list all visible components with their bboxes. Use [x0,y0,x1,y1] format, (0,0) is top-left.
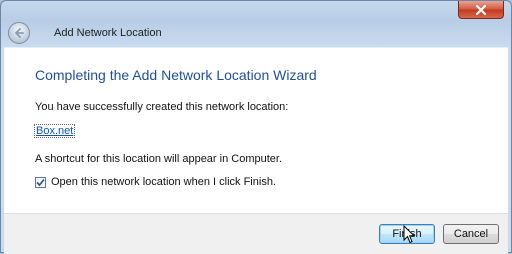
success-message: You have successfully created this netwo… [35,101,289,113]
wizard-heading: Completing the Add Network Location Wiza… [35,67,317,83]
open-location-option[interactable]: Open this network location when I click … [35,176,276,188]
close-button[interactable] [458,1,504,19]
back-arrow-icon [15,28,24,38]
shortcut-message: A shortcut for this location will appear… [35,153,283,165]
wizard-footer: Finish Cancel [4,213,508,254]
close-icon [475,4,487,15]
wizard-content: Completing the Add Network Location Wiza… [4,47,508,213]
open-location-label: Open this network location when I click … [51,176,276,188]
mouse-cursor-icon [403,225,415,244]
network-location-link[interactable]: Box.net [33,124,76,138]
cancel-button[interactable]: Cancel [443,224,499,244]
wizard-header: Add Network Location [2,19,510,47]
checkmark-icon [36,178,45,186]
back-button[interactable] [8,22,30,44]
wizard-window: Add Network Location Completing the Add … [0,0,512,254]
open-location-checkbox[interactable] [35,176,46,188]
window-title: Add Network Location [54,27,162,39]
